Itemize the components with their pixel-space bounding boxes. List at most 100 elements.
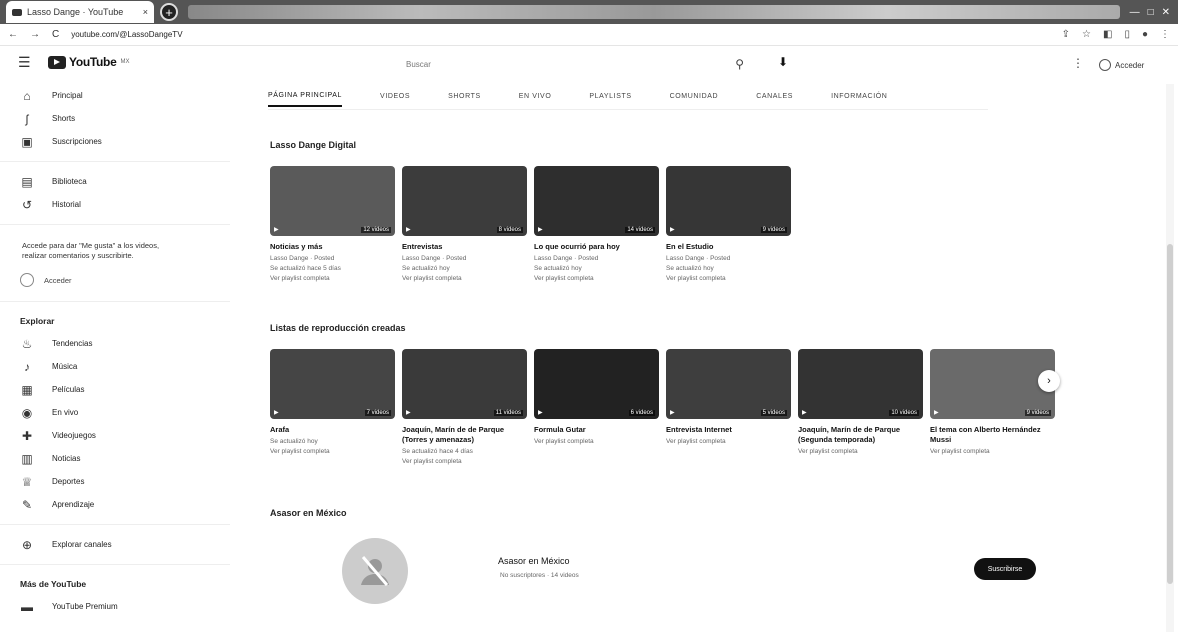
browser-tab[interactable]: Lasso Dange · YouTube × bbox=[6, 1, 154, 23]
sidebar-item-label: Videojuegos bbox=[52, 431, 96, 440]
sidebar-item-trending[interactable]: ♨ Tendencias bbox=[0, 332, 250, 355]
playlist-card[interactable]: ▶ 11 videos Joaquín, Marín de de Parque (T… bbox=[402, 349, 527, 467]
playlist-title[interactable]: El tema con Alberto Hernández Mussi bbox=[930, 425, 1055, 445]
playlist-card[interactable]: ▶ 9 videos El tema con Alberto Hernández M… bbox=[930, 349, 1055, 467]
playlist-meta[interactable]: Ver playlist completa bbox=[666, 437, 791, 447]
sidebar-item-movies[interactable]: ▦ Películas bbox=[0, 378, 250, 401]
playlist-thumbnail[interactable]: ▶ 11 videos bbox=[402, 349, 527, 419]
sidepanel-icon[interactable]: ▯ bbox=[1124, 29, 1130, 40]
sidebar-item-home[interactable]: ⌂ Principal bbox=[0, 84, 250, 107]
sidebar-sign-in-button[interactable]: Acceder bbox=[20, 267, 250, 293]
playlist-title[interactable]: Joaquín, Marín de de Parque (Torres y am… bbox=[402, 425, 527, 445]
playlist-thumbnail[interactable]: ▶ 7 videos bbox=[270, 349, 395, 419]
playlist-thumbnail[interactable]: ▶ 12 videos bbox=[270, 166, 395, 236]
minimize-icon[interactable]: — bbox=[1130, 7, 1140, 18]
channel-avatar[interactable] bbox=[342, 538, 408, 604]
playlist-meta[interactable]: Ver playlist completa bbox=[402, 274, 527, 284]
playlist-card[interactable]: ▶ 9 videos En el Estudio Lasso Dange · Post… bbox=[666, 166, 791, 284]
sidebar-item-library[interactable]: ▤ Biblioteca bbox=[0, 170, 250, 193]
sidebar-item-history[interactable]: ↺ Historial bbox=[0, 193, 250, 216]
tab-4[interactable]: PLAYLISTS bbox=[589, 93, 631, 106]
playlist-meta[interactable]: Ver playlist completa bbox=[534, 437, 659, 447]
video-count-badge: 7 videos bbox=[364, 410, 391, 416]
bookmark-star-icon[interactable]: ☆ bbox=[1082, 29, 1091, 40]
sidebar-item-music[interactable]: ♪ Música bbox=[0, 355, 250, 378]
search-icon[interactable]: ⚲ bbox=[735, 57, 744, 71]
playlist-title[interactable]: Lo que ocurrió para hoy bbox=[534, 242, 659, 252]
playlist-card[interactable]: ▶ 7 videos Arafa Se actualizó hoy Ver playli… bbox=[270, 349, 395, 467]
playlist-thumbnail[interactable]: ▶ 10 videos bbox=[798, 349, 923, 419]
playlist-meta[interactable]: Ver playlist completa bbox=[798, 447, 923, 457]
subscribe-button[interactable]: Suscribirse bbox=[974, 558, 1036, 580]
tab-2[interactable]: SHORTS bbox=[448, 93, 481, 106]
playlist-title[interactable]: Entrevista Internet bbox=[666, 425, 791, 435]
playlist-meta[interactable]: Ver playlist completa bbox=[534, 274, 659, 284]
playlist-meta[interactable]: Ver playlist completa bbox=[930, 447, 1055, 457]
sidebar-item-learning[interactable]: ✎ Aprendizaje bbox=[0, 493, 250, 516]
tab-6[interactable]: CANALES bbox=[756, 93, 793, 106]
playlist-thumbnail[interactable]: ▶ 6 videos bbox=[534, 349, 659, 419]
page-scrollbar[interactable] bbox=[1166, 84, 1174, 632]
playlist-meta: Se actualizó hace 5 días bbox=[270, 265, 341, 272]
search-input[interactable]: Buscar bbox=[400, 60, 431, 69]
playlist-card[interactable]: ▶ 6 videos Formula Gutar Ver playlist compl… bbox=[534, 349, 659, 467]
maximize-icon[interactable]: □ bbox=[1148, 7, 1154, 18]
tab-0[interactable]: PÁGINA PRINCIPAL bbox=[268, 92, 343, 107]
playlist-card[interactable]: ▶ 5 videos Entrevista Internet Ver playlist… bbox=[666, 349, 791, 467]
playlist-title[interactable]: Entrevistas bbox=[402, 242, 527, 252]
playlist-meta[interactable]: Ver playlist completa bbox=[666, 274, 791, 284]
playlist-thumbnail[interactable]: ▶ 9 videos bbox=[930, 349, 1055, 419]
tab-3[interactable]: EN VIVO bbox=[519, 93, 552, 106]
sidebar-item-browse-channels[interactable]: ⊕ Explorar canales bbox=[0, 533, 250, 556]
reload-icon[interactable]: C bbox=[52, 29, 59, 40]
playlist-card[interactable]: ▶ 10 videos Joaquín, Marín de de Parque (S… bbox=[798, 349, 923, 467]
browser-menu-icon[interactable]: ⋮ bbox=[1160, 29, 1170, 40]
playlist-title[interactable]: Noticias y más bbox=[270, 242, 395, 252]
youtube-logo[interactable]: YouTube MX bbox=[48, 55, 129, 69]
hamburger-menu-icon[interactable]: ☰ bbox=[18, 54, 31, 71]
tab-1[interactable]: VIDEOS bbox=[380, 93, 410, 106]
share-icon[interactable]: ⇪ bbox=[1062, 29, 1070, 40]
playlist-thumbnail[interactable]: ▶ 14 videos bbox=[534, 166, 659, 236]
close-tab-icon[interactable]: × bbox=[143, 7, 148, 17]
settings-more-icon[interactable]: ⋮ bbox=[1072, 56, 1084, 70]
playlist-title[interactable]: Formula Gutar bbox=[534, 425, 659, 435]
playlist-card[interactable]: ▶ 8 videos Entrevistas Lasso Dange · Posted… bbox=[402, 166, 527, 284]
extensions-icon[interactable]: ◧ bbox=[1103, 29, 1112, 40]
scrollbar-thumb[interactable] bbox=[1167, 244, 1173, 584]
profile-icon[interactable]: ● bbox=[1142, 29, 1148, 40]
address-bar[interactable]: youtube.com/@LassoDangeTV bbox=[71, 30, 182, 39]
sidebar-item-news[interactable]: ▥ Noticias bbox=[0, 447, 250, 470]
playlist-thumbnail[interactable]: ▶ 5 videos bbox=[666, 349, 791, 419]
sidebar-item-gaming[interactable]: ✚ Videojuegos bbox=[0, 424, 250, 447]
sign-in-button[interactable]: Acceder bbox=[1092, 55, 1151, 75]
microphone-icon[interactable]: ⬇ bbox=[778, 55, 788, 69]
playlist-thumbnail[interactable]: ▶ 9 videos bbox=[666, 166, 791, 236]
tab-5[interactable]: COMUNIDAD bbox=[670, 93, 719, 106]
channel-name[interactable]: Asasor en México bbox=[498, 556, 570, 566]
sidebar-item-shorts[interactable]: ʃ Shorts bbox=[0, 107, 250, 130]
tab-7[interactable]: INFORMACIÓN bbox=[831, 93, 887, 106]
close-window-icon[interactable]: ✕ bbox=[1162, 7, 1170, 18]
playlist-meta[interactable]: Ver playlist completa bbox=[270, 274, 395, 284]
playlist-card[interactable]: ▶ 14 videos Lo que ocurrió para hoy Lasso D… bbox=[534, 166, 659, 284]
sidebar-item-premium[interactable]: ▬ YouTube Premium bbox=[0, 595, 250, 618]
new-tab-button[interactable]: + bbox=[160, 3, 178, 21]
more-from-youtube-heading: Más de YouTube bbox=[20, 579, 87, 589]
playlist-meta[interactable]: Ver playlist completa bbox=[270, 447, 395, 457]
playlist-card[interactable]: ▶ 12 videos Noticias y más Lasso Dange · Po… bbox=[270, 166, 395, 284]
search-box[interactable]: Buscar ⚲ bbox=[400, 51, 750, 77]
back-icon[interactable]: ← bbox=[8, 29, 18, 40]
shelf-next-button[interactable]: › bbox=[1038, 370, 1060, 392]
sidebar-item-subscriptions[interactable]: ▣ Suscripciones bbox=[0, 130, 250, 153]
playlist-title[interactable]: Joaquín, Marín de de Parque (Segunda tem… bbox=[798, 425, 923, 445]
playlist-title[interactable]: Arafa bbox=[270, 425, 395, 435]
sidebar-item-sports[interactable]: ♕ Deportes bbox=[0, 470, 250, 493]
sidebar-item-live[interactable]: ◉ En vivo bbox=[0, 401, 250, 424]
playlist-title[interactable]: En el Estudio bbox=[666, 242, 791, 252]
playlist-thumbnail[interactable]: ▶ 8 videos bbox=[402, 166, 527, 236]
sidebar-divider bbox=[0, 224, 230, 225]
playlist-meta[interactable]: Ver playlist completa bbox=[402, 457, 527, 467]
forward-icon[interactable]: → bbox=[30, 29, 40, 40]
video-count-badge: 5 videos bbox=[760, 410, 787, 416]
